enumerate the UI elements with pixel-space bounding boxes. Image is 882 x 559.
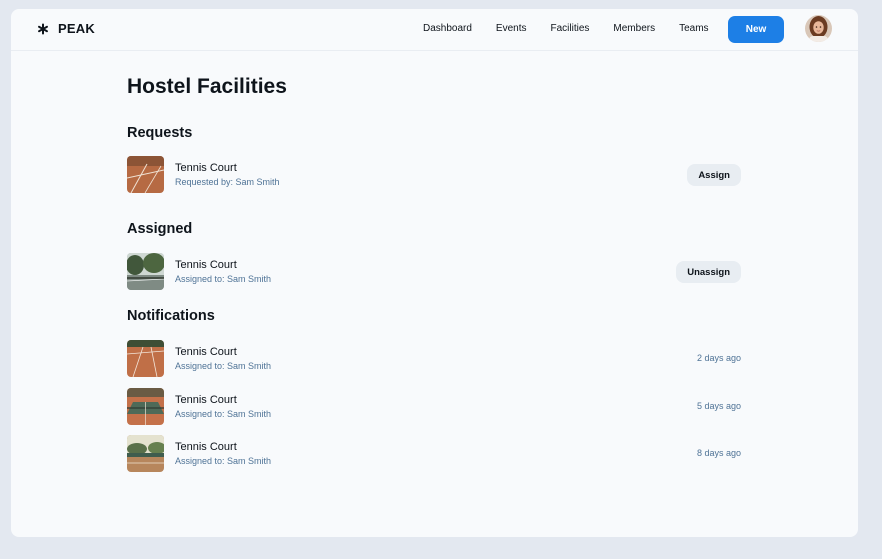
assigned-to-text: Assigned to: Sam Smith bbox=[175, 274, 272, 284]
assigned-to-text: Assigned to: Sam Smith bbox=[175, 361, 272, 371]
notification-row: Tennis Court Assigned to: Sam Smith 2 da… bbox=[127, 340, 741, 378]
asterisk-logo-icon bbox=[37, 23, 49, 35]
clay-court-thumbnail bbox=[127, 156, 164, 193]
brand[interactable]: PEAK bbox=[37, 21, 95, 36]
nav-item-members[interactable]: Members bbox=[613, 23, 655, 34]
notification-time: 2 days ago bbox=[696, 353, 741, 363]
facility-name: Tennis Court bbox=[175, 394, 237, 406]
notification-row: Tennis Court Assigned to: Sam Smith 5 da… bbox=[127, 388, 741, 426]
assigned-to-text: Assigned to: Sam Smith bbox=[175, 456, 272, 466]
assign-button[interactable]: Assign bbox=[687, 164, 741, 186]
court-trees-thumbnail bbox=[127, 435, 164, 472]
unassign-button[interactable]: Unassign bbox=[676, 261, 741, 283]
facility-name: Tennis Court bbox=[175, 259, 237, 271]
nav-item-teams[interactable]: Teams bbox=[679, 23, 708, 34]
assigned-row: Tennis Court Assigned to: Sam Smith Unas… bbox=[127, 253, 741, 291]
avatar[interactable] bbox=[805, 15, 832, 42]
assigned-to-text: Assigned to: Sam Smith bbox=[175, 409, 272, 419]
notification-time: 5 days ago bbox=[696, 401, 741, 411]
notifications-heading: Notifications bbox=[127, 308, 215, 324]
facility-name: Tennis Court bbox=[175, 346, 237, 358]
new-button[interactable]: New bbox=[728, 16, 784, 43]
requested-by-text: Requested by: Sam Smith bbox=[175, 177, 280, 187]
court-net-thumbnail bbox=[127, 388, 164, 425]
request-row: Tennis Court Requested by: Sam Smith Ass… bbox=[127, 156, 741, 194]
notification-time: 8 days ago bbox=[696, 448, 741, 458]
facility-name: Tennis Court bbox=[175, 162, 237, 174]
nav-item-facilities[interactable]: Facilities bbox=[551, 23, 590, 34]
brand-name: PEAK bbox=[58, 21, 95, 36]
nav-item-events[interactable]: Events bbox=[496, 23, 527, 34]
nav-item-dashboard[interactable]: Dashboard bbox=[423, 23, 472, 34]
court-trees-thumbnail bbox=[127, 253, 164, 290]
notification-row: Tennis Court Assigned to: Sam Smith 8 da… bbox=[127, 435, 741, 473]
requests-heading: Requests bbox=[127, 125, 193, 141]
page-title: Hostel Facilities bbox=[127, 75, 287, 98]
main-nav: Dashboard Events Facilities Members Team… bbox=[423, 23, 709, 34]
assigned-heading: Assigned bbox=[127, 221, 193, 237]
facility-name: Tennis Court bbox=[175, 441, 237, 453]
clay-court-thumbnail bbox=[127, 340, 164, 377]
app-window: PEAK Dashboard Events Facilities Members… bbox=[11, 9, 858, 537]
top-nav-bar: PEAK Dashboard Events Facilities Members… bbox=[11, 9, 858, 51]
